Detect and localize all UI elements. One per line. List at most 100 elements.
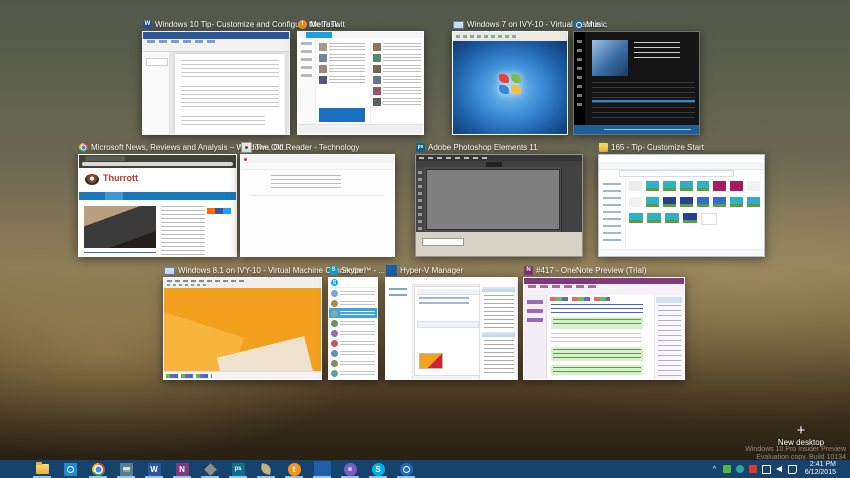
word-search-box — [146, 58, 168, 66]
window-word[interactable]: W Windows 10 Tip- Customize and Configur… — [142, 20, 345, 135]
taskbar-photoshop-editor[interactable]: ps — [224, 460, 252, 478]
window-thumbnail-metrotwit[interactable] — [297, 31, 424, 135]
window-title: t MetroTwit — [298, 19, 345, 30]
onenote-ribbon-tabs — [528, 285, 598, 288]
contact-row — [329, 298, 377, 308]
media-app-icon — [343, 462, 357, 476]
taskbar-skype[interactable]: S — [364, 460, 392, 478]
window-hyperv-manager[interactable]: Hyper-V Manager — [385, 265, 518, 380]
window-title-label: Hyper-V Manager — [400, 266, 464, 275]
start-button[interactable] — [0, 460, 28, 478]
window-thumbnail-oldreader[interactable] — [240, 154, 395, 257]
pse-menu-items — [419, 157, 489, 159]
window-onenote[interactable]: N #417 - OneNote Preview (Trial) — [523, 266, 685, 380]
window-music[interactable]: Music — [573, 20, 700, 135]
window-title: Music — [574, 19, 607, 30]
antivirus-tray-icon[interactable] — [723, 465, 732, 474]
window-metrotwit[interactable]: t MetroTwit — [297, 20, 424, 135]
article-photo — [84, 206, 156, 248]
display-tray-icon[interactable] — [761, 464, 771, 474]
word-titlebar — [143, 32, 289, 39]
actions-header — [482, 287, 515, 292]
window-win81-vm[interactable]: Windows 8.1 on IVY-10 - Virtual Machine … — [163, 266, 366, 380]
tray-expand-chevron[interactable]: ^ — [710, 465, 719, 474]
explorer-file-grid — [629, 181, 760, 246]
taskbar-music[interactable] — [392, 460, 420, 478]
taskbar-file-explorer[interactable] — [28, 460, 56, 478]
vm-menu-items — [167, 280, 247, 282]
word-icon: W — [147, 462, 161, 476]
browser-tab — [85, 156, 125, 161]
window-skype[interactable]: S Skype™ ‑ ... S — [328, 266, 385, 380]
address-bar — [82, 162, 233, 166]
window-title: N #417 - OneNote Preview (Trial) — [524, 265, 646, 276]
taskbar-insider-app[interactable] — [56, 460, 84, 478]
divider — [251, 195, 384, 196]
thurrott-logo-text: Thurrott — [103, 173, 138, 183]
taskbar-metrotwit[interactable]: t — [280, 460, 308, 478]
window-title-label: MetroTwit — [310, 20, 345, 29]
taskbar-photos[interactable] — [112, 460, 140, 478]
text-lines — [181, 60, 279, 80]
window-oldreader[interactable]: The Old Reader - Technology — [240, 142, 395, 257]
window-title: 165 - Tip- Customize Start — [599, 142, 704, 153]
window-thumbnail-explorer[interactable] — [598, 154, 765, 257]
window-chrome-thurrott[interactable]: Microsoft News, Reviews and Analysis – W… — [78, 143, 288, 257]
window-thumbnail-hyperv[interactable] — [385, 277, 518, 380]
notebook-items — [527, 300, 543, 324]
window-thumbnail-word[interactable] — [142, 31, 290, 135]
tweet — [373, 87, 421, 95]
social-buttons — [207, 208, 231, 214]
task-view-screen: W Windows 10 Tip- Customize and Configur… — [0, 0, 850, 478]
progress-bar — [604, 129, 691, 130]
system-tray: ^ 2:41 PM 6/12/2015 — [710, 460, 850, 478]
tweet — [319, 43, 365, 51]
text-lines — [181, 86, 279, 110]
actions-list — [484, 340, 514, 374]
new-desktop-button[interactable]: + New desktop — [756, 423, 846, 447]
actions-list — [484, 295, 514, 329]
thurrott-cup-logo — [85, 174, 99, 185]
hyperv-actions-pane — [479, 284, 517, 379]
window-file-explorer[interactable]: 165 - Tip- Customize Start — [598, 143, 765, 257]
window-photoshop-elements[interactable]: ps Adobe Photoshop Elements 11 — [415, 143, 583, 257]
windows-logo-icon — [9, 464, 20, 475]
feed-text — [271, 175, 341, 189]
taskbar-hyperv[interactable] — [308, 460, 336, 478]
taskbar-clock[interactable]: 2:41 PM 6/12/2015 — [801, 461, 840, 477]
taskbar-photoshop-organizer[interactable] — [196, 460, 224, 478]
promo-banner — [319, 108, 365, 122]
album-metadata — [634, 42, 680, 60]
window-title-label: #417 - OneNote Preview (Trial) — [536, 266, 647, 275]
taskbar-word[interactable]: W — [140, 460, 168, 478]
explorer-status-bar — [599, 249, 764, 256]
window-thumbnail-win7-vm[interactable] — [452, 31, 568, 135]
playing-track-highlight — [592, 100, 695, 102]
taskbar-media-app[interactable] — [336, 460, 364, 478]
sync-tray-icon[interactable] — [736, 465, 745, 474]
window-title-label: Skype™ ‑ ... — [341, 266, 386, 275]
page-sidebar — [161, 206, 205, 256]
window-title-label: Music — [586, 20, 607, 29]
word-icon: W — [143, 20, 152, 29]
taskbar-chrome[interactable] — [84, 460, 112, 478]
toolbar — [241, 163, 394, 170]
window-win7-vm[interactable]: Windows 7 on IVY-10 - Virtual Machin... — [452, 20, 608, 135]
tweet — [319, 65, 365, 73]
taskbar-onenote[interactable]: N — [168, 460, 196, 478]
window-thumbnail-onenote[interactable] — [523, 277, 685, 380]
text-lines — [551, 333, 641, 343]
window-thumbnail-photoshop[interactable] — [415, 154, 583, 257]
contact-row — [329, 369, 377, 379]
volume-tray-icon[interactable] — [775, 465, 784, 474]
window-thumbnail-music[interactable] — [573, 31, 700, 135]
tweet — [319, 76, 365, 84]
action-center-icon[interactable] — [787, 464, 797, 474]
file-row — [629, 213, 760, 225]
window-thumbnail-chrome[interactable]: Thurrott — [78, 154, 237, 257]
taskbar-metrotwit-loop[interactable] — [252, 460, 280, 478]
windows7-flag-logo — [499, 73, 521, 94]
window-thumbnail-skype[interactable]: S — [328, 277, 378, 380]
window-thumbnail-win81-vm[interactable] — [163, 277, 322, 380]
recorder-tray-icon[interactable] — [749, 465, 758, 474]
